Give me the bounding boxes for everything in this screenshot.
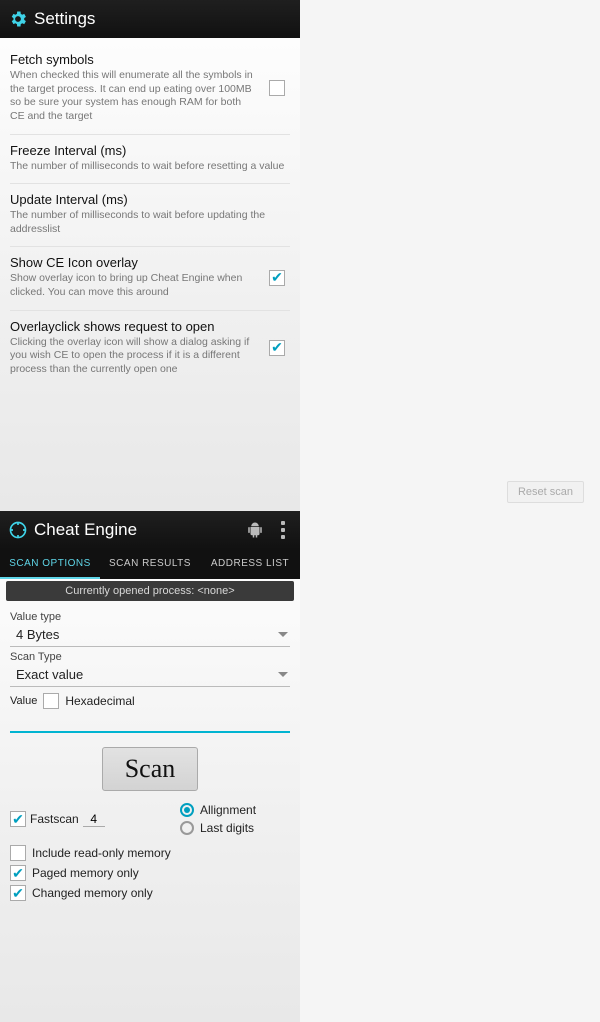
include-readonly-row[interactable]: Include read-only memory: [10, 845, 290, 861]
fastscan-label: Fastscan: [30, 812, 79, 826]
chevron-down-icon: [278, 672, 288, 677]
tab-scan-results[interactable]: SCAN RESULTS: [100, 549, 200, 579]
setting-freeze-interval[interactable]: Freeze Interval (ms) The number of milli…: [10, 135, 290, 185]
value-input[interactable]: [10, 711, 290, 733]
setting-show-overlay[interactable]: Show CE Icon overlay Show overlay icon t…: [10, 247, 290, 310]
setting-overlayclick[interactable]: Overlayclick shows request to open Click…: [10, 311, 290, 387]
current-process[interactable]: Currently opened process: <none>: [6, 581, 294, 601]
checkbox[interactable]: ✔: [269, 270, 285, 286]
fastscan-checkbox[interactable]: ✔: [10, 811, 26, 827]
ce-logo-icon: [8, 520, 28, 540]
setting-title: Fetch symbols: [10, 52, 256, 67]
tab-address-list[interactable]: ADDRESS LIST: [200, 549, 300, 579]
setting-desc: When checked this will enumerate all the…: [10, 69, 256, 124]
checkbox[interactable]: [269, 80, 285, 96]
chevron-down-icon: [278, 632, 288, 637]
radio-icon: [180, 821, 194, 835]
checkbox[interactable]: ✔: [10, 865, 26, 881]
setting-fetch-symbols[interactable]: Fetch symbols When checked this will enu…: [10, 44, 290, 135]
fastscan-value[interactable]: [83, 812, 105, 827]
lastdigits-radio[interactable]: Last digits: [180, 821, 290, 835]
settings-list: Fetch symbols When checked this will enu…: [0, 38, 300, 387]
left-header: Settings: [0, 0, 300, 38]
setting-title: Overlayclick shows request to open: [10, 319, 256, 334]
alignment-label: Allignment: [200, 803, 256, 817]
overflow-menu-icon[interactable]: [274, 515, 292, 545]
value-type-label: Value type: [10, 611, 290, 623]
changed-memory-row[interactable]: ✔ Changed memory only: [10, 885, 290, 901]
setting-desc: Clicking the overlay icon will show a di…: [10, 336, 256, 377]
setting-desc: The number of milliseconds to wait befor…: [10, 160, 290, 174]
left-title: Settings: [34, 9, 95, 29]
checkbox[interactable]: ✔: [10, 885, 26, 901]
android-icon[interactable]: [246, 521, 264, 539]
setting-title: Update Interval (ms): [10, 192, 290, 207]
gear-icon: [8, 9, 28, 29]
include-readonly-label: Include read-only memory: [32, 846, 171, 860]
paged-memory-row[interactable]: ✔ Paged memory only: [10, 865, 290, 881]
scan-button[interactable]: Scan: [102, 747, 199, 791]
setting-title: Freeze Interval (ms): [10, 143, 290, 158]
hex-checkbox[interactable]: [43, 693, 59, 709]
radio-icon: [180, 803, 194, 817]
checkbox[interactable]: ✔: [269, 340, 285, 356]
scan-type-spinner[interactable]: Exact value: [10, 663, 290, 687]
value-type-value: 4 Bytes: [10, 625, 278, 644]
setting-title: Show CE Icon overlay: [10, 255, 256, 270]
changed-memory-label: Changed memory only: [32, 886, 153, 900]
checkbox[interactable]: [10, 845, 26, 861]
tab-scan-options[interactable]: SCAN OPTIONS: [0, 549, 100, 579]
right-header: Cheat Engine: [0, 511, 300, 549]
lastdigits-label: Last digits: [200, 821, 254, 835]
tabs: SCAN OPTIONS SCAN RESULTS ADDRESS LIST: [0, 549, 300, 579]
right-title: Cheat Engine: [34, 520, 137, 540]
setting-desc: The number of milliseconds to wait befor…: [10, 209, 290, 236]
setting-update-interval[interactable]: Update Interval (ms) The number of milli…: [10, 184, 290, 247]
scan-type-value: Exact value: [10, 665, 278, 684]
hex-label: Hexadecimal: [65, 694, 134, 708]
value-label: Value: [10, 695, 37, 707]
alignment-radio[interactable]: Allignment: [180, 803, 290, 817]
value-type-spinner[interactable]: 4 Bytes: [10, 623, 290, 647]
setting-desc: Show overlay icon to bring up Cheat Engi…: [10, 272, 256, 299]
reset-scan-button[interactable]: Reset scan: [507, 481, 584, 503]
paged-memory-label: Paged memory only: [32, 866, 139, 880]
scan-type-label: Scan Type: [10, 651, 290, 663]
